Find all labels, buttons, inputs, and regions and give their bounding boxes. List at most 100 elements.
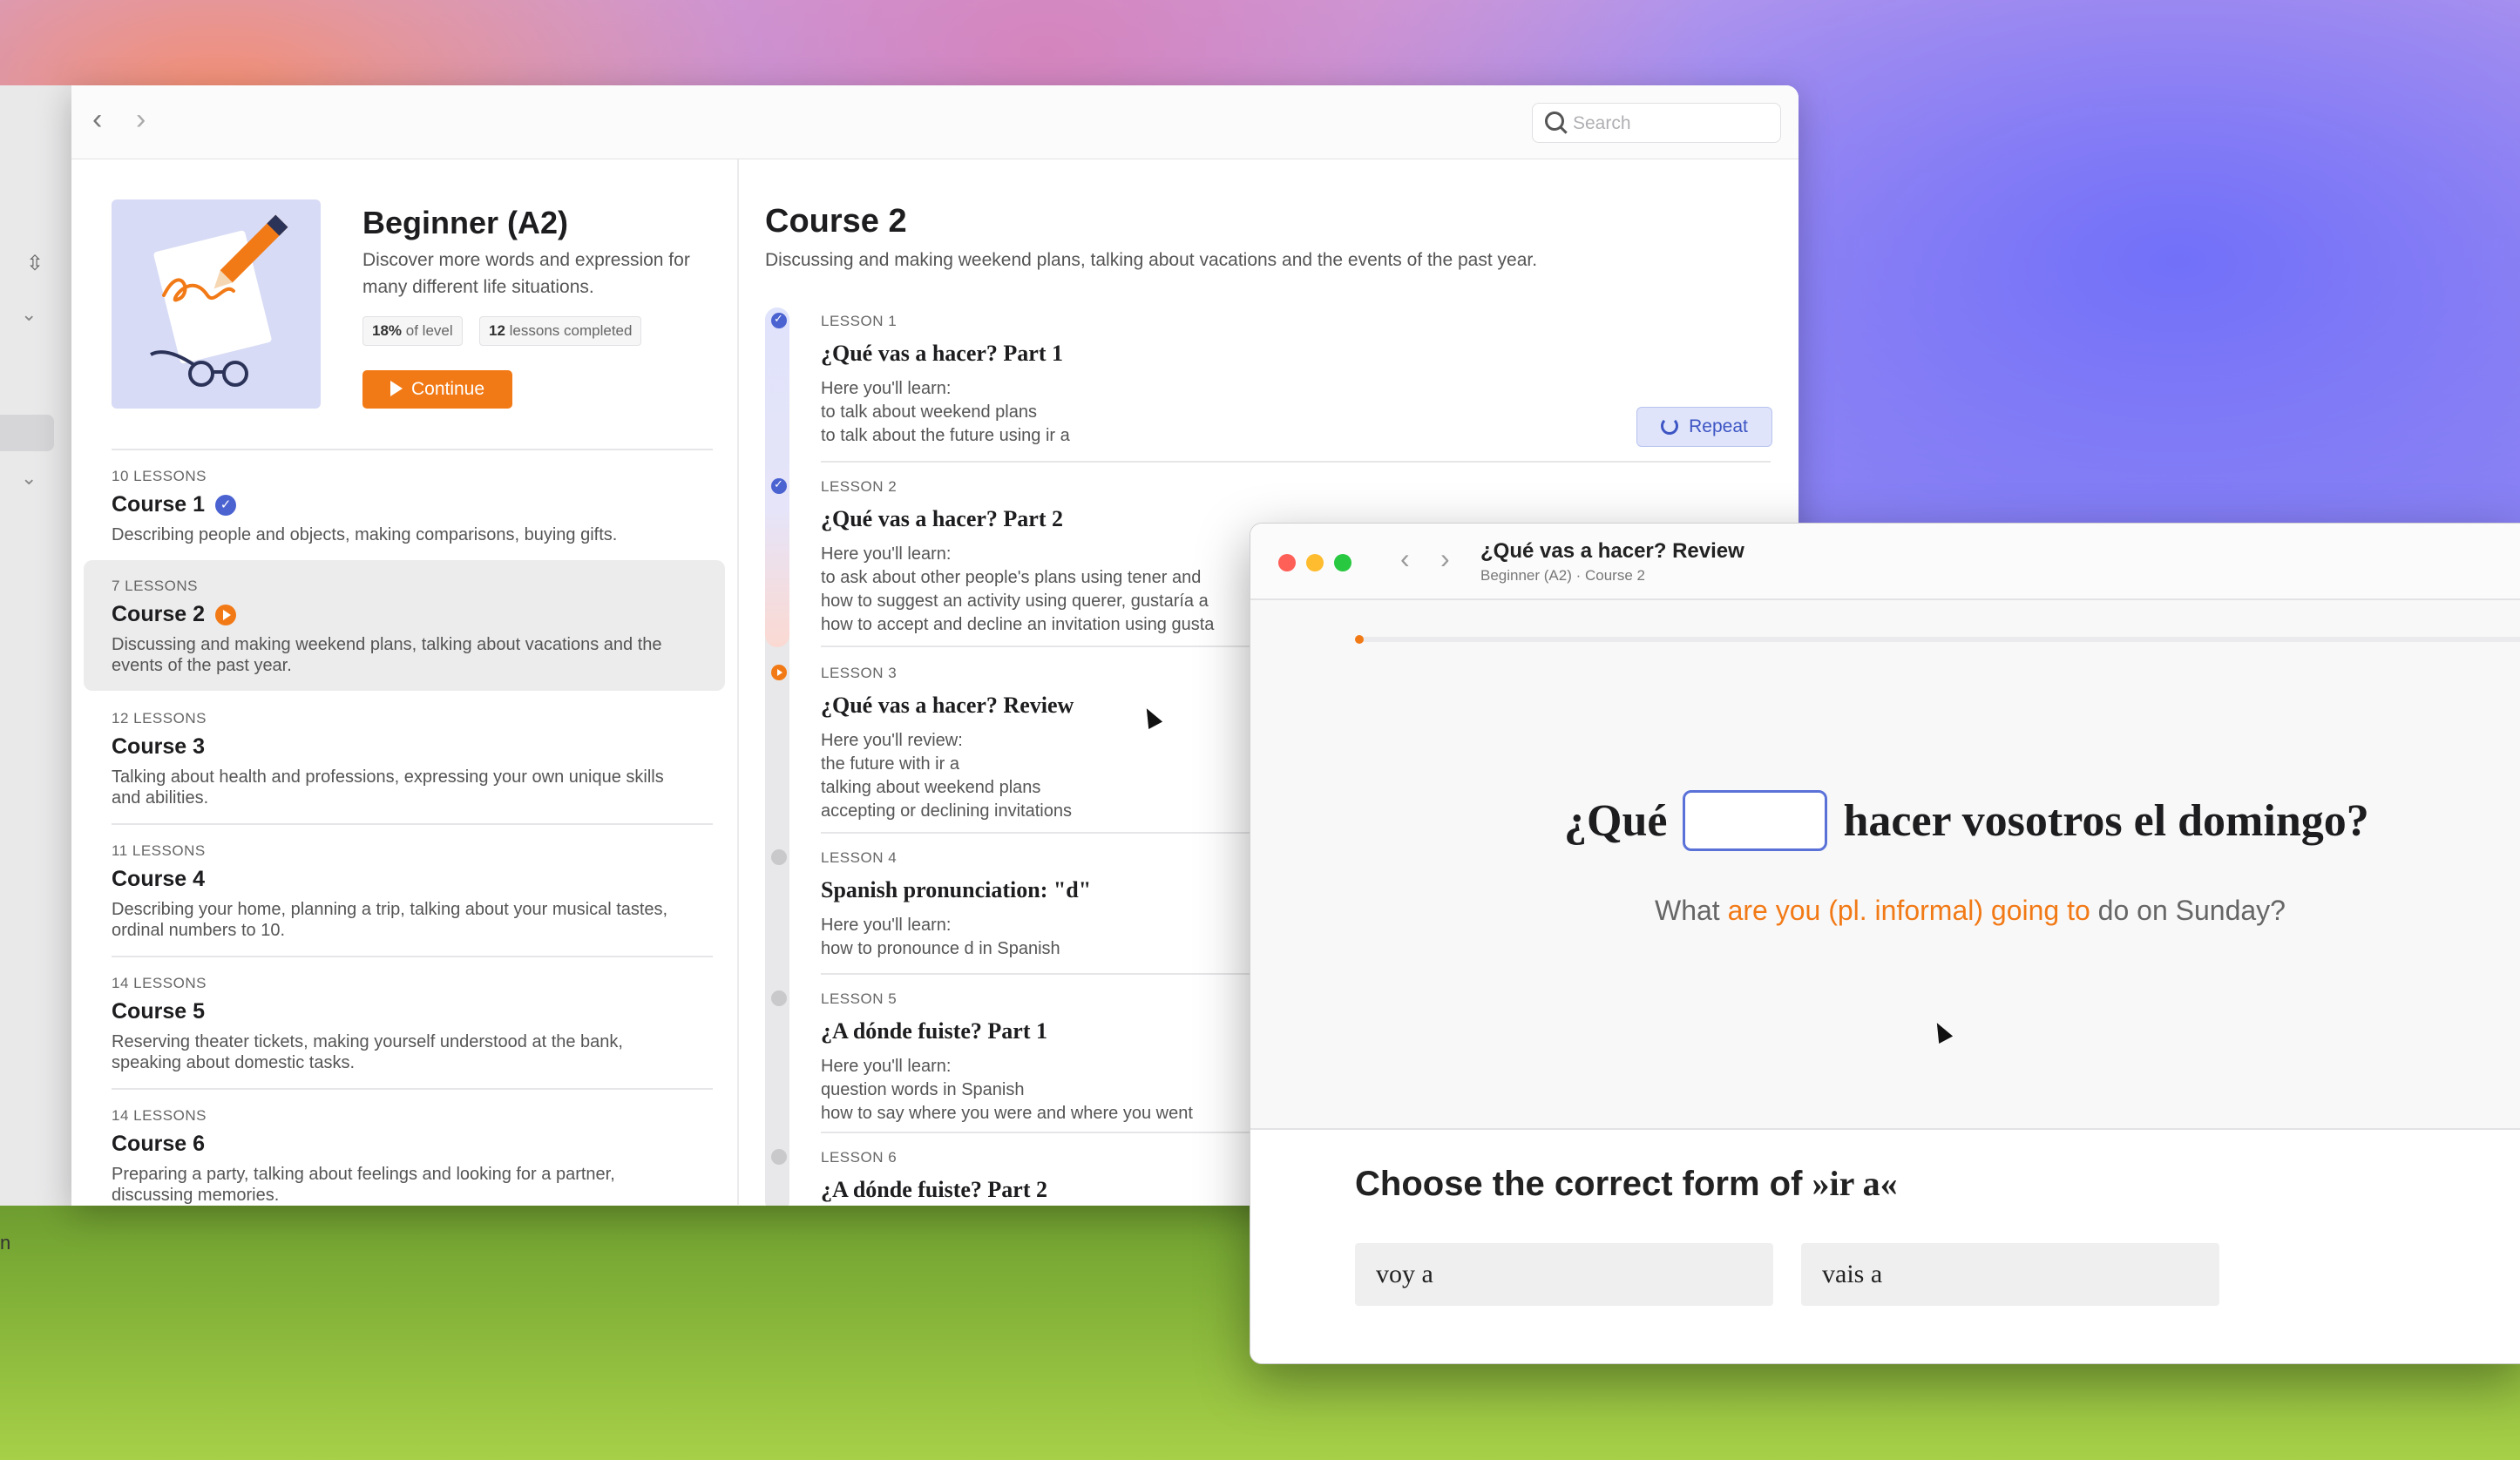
minimize-window-button[interactable] [1306, 554, 1324, 571]
lesson-progress-track [765, 308, 789, 1206]
review-subtitle: Beginner (A2) · Course 2 [1480, 567, 1645, 584]
course-lesson-count: 12 LESSONS [112, 710, 207, 727]
answer-option-voy-a[interactable]: voy a [1355, 1243, 1773, 1306]
course-lesson-count: 14 LESSONS [112, 1107, 207, 1124]
course-name: Course 1 ✓ [112, 492, 697, 517]
course-name: Course 5 [112, 999, 697, 1024]
lesson-summary: Here you'll learn: to talk about weekend… [821, 377, 1771, 448]
exercise-progress-bar [1355, 635, 2520, 644]
course-item-1[interactable]: 10 LESSONS Course 1 ✓ Describing people a… [84, 450, 725, 555]
play-icon [390, 381, 403, 396]
lessons-chip: 12 lessons completed [479, 316, 642, 346]
answer-panel: Choose the correct form of »ir a« voy a … [1250, 1128, 2520, 1363]
course-description: Describing your home, planning a trip, t… [112, 900, 668, 940]
close-window-button[interactable] [1278, 554, 1296, 571]
progress-chip-label: of level [405, 322, 453, 339]
lessons-chip-label: lessons completed [509, 322, 633, 339]
course-description: Talking about health and professions, ex… [112, 767, 664, 808]
sidebar-text-fragment: n [0, 1232, 11, 1254]
translation: What are you (pl. informal) going to do … [1655, 895, 2286, 927]
divider [821, 461, 1771, 463]
lesson-summary-line: Here you'll learn: [821, 379, 952, 398]
search-field[interactable]: Search [1532, 103, 1781, 143]
level-description: Discover more words and expression for m… [362, 250, 690, 297]
course-detail-description: Discussing and making weekend plans, tal… [765, 250, 1538, 270]
lesson-number: LESSON 1 [821, 313, 898, 329]
repeat-label: Repeat [1689, 416, 1748, 436]
lesson-locked-icon [771, 849, 787, 865]
progress-chip-value: 18% [372, 322, 403, 339]
progress-chip: 18% of level [362, 316, 463, 346]
instruction: Choose the correct form of »ir a« [1355, 1163, 1898, 1204]
lesson-completed-icon [771, 477, 787, 494]
back-icon[interactable]: ‹ [1400, 544, 1410, 572]
instruction-text: Choose the correct form of [1355, 1165, 1812, 1203]
search-icon [1545, 112, 1564, 131]
course-item-6[interactable]: 14 LESSONS Course 6 Preparing a party, t… [84, 1090, 725, 1206]
sidebar-selected-item[interactable] [0, 415, 54, 451]
stepper-icon[interactable]: ⇳ [26, 251, 44, 276]
back-icon[interactable]: ‹ [92, 105, 102, 134]
course-item-2[interactable]: 7 LESSONS Course 2 Discussing and making… [84, 560, 725, 691]
level-title: Beginner (A2) [362, 205, 569, 240]
mouse-cursor [1929, 1019, 1954, 1044]
continue-label: Continue [410, 379, 485, 399]
forward-icon[interactable]: › [136, 105, 146, 134]
lesson-locked-icon [771, 1149, 787, 1165]
lesson-item-1[interactable]: LESSON 1 ¿Qué vas a hacer? Part 1 Here y… [821, 313, 1771, 448]
course-lesson-count: 11 LESSONS [112, 842, 206, 859]
continue-button[interactable]: Continue [362, 370, 512, 409]
course-name-text: Course 1 [112, 492, 205, 517]
exercise-progress-fill [1355, 635, 1364, 644]
answer-option-vais-a[interactable]: vais a [1801, 1243, 2219, 1306]
course-name-text: Course 4 [112, 867, 205, 891]
course-item-4[interactable]: 11 LESSONS Course 4 Describing your home… [84, 825, 725, 956]
zoom-window-button[interactable] [1334, 554, 1351, 571]
course-description: Describing people and objects, making co… [112, 525, 618, 544]
course-name: Course 2 [112, 602, 697, 627]
lesson-summary-line: to talk about weekend plans [821, 402, 1037, 422]
course-lesson-count: 7 LESSONS [112, 578, 198, 594]
chevron-down-icon[interactable]: ⌄ [21, 467, 37, 490]
course-name: Course 6 [112, 1132, 697, 1157]
course-name: Course 3 [112, 734, 697, 760]
course-name-text: Course 5 [112, 999, 205, 1024]
refresh-icon [1661, 417, 1679, 435]
forward-icon[interactable]: › [1440, 544, 1450, 572]
course-name-text: Course 6 [112, 1132, 205, 1156]
background-window-sidebar: ⇳ ⌄ ⌄ n [0, 85, 72, 1254]
course-description: Preparing a party, talking about feeling… [112, 1165, 615, 1205]
translation-after: do on Sunday? [2090, 895, 2286, 926]
course-item-3[interactable]: 12 LESSONS Course 3 Talking about health… [84, 693, 725, 823]
course-name-text: Course 2 [112, 602, 205, 626]
question-text-after: hacer vosotros el domingo? [1843, 795, 2369, 846]
level-pane: Beginner (A2) Discover more words and ex… [71, 159, 739, 1205]
course-name-text: Course 3 [112, 734, 205, 759]
course-lesson-count: 14 LESSONS [112, 975, 207, 991]
answer-blank[interactable] [1683, 790, 1828, 851]
course-detail-title: Course 2 [765, 203, 907, 240]
review-title: ¿Qué vas a hacer? Review [1480, 539, 1744, 563]
course-lesson-count: 10 LESSONS [112, 468, 207, 484]
review-titlebar: ‹ › ¿Qué vas a hacer? Review Beginner (A… [1250, 524, 2520, 600]
review-exercise-window: ‹ › ¿Qué vas a hacer? Review Beginner (A… [1250, 523, 2520, 1364]
chevron-down-icon[interactable]: ⌄ [21, 303, 37, 326]
search-placeholder: Search [1573, 113, 1631, 133]
lessons-chip-value: 12 [489, 322, 505, 339]
course-name: Course 4 [112, 867, 697, 892]
lesson-locked-icon [771, 990, 787, 1006]
toolbar: ‹ › Search [71, 85, 1799, 159]
level-illustration [112, 199, 321, 409]
translation-highlight: are you (pl. informal) going to [1727, 895, 2090, 926]
lesson-title: ¿Qué vas a hacer? Part 1 [821, 341, 1064, 366]
repeat-button[interactable]: Repeat [1636, 407, 1772, 447]
lesson-completed-icon [771, 312, 787, 328]
question-sentence: ¿Qué hacer vosotros el domingo? [1564, 790, 2369, 851]
lesson-number: LESSON 2 [821, 478, 898, 495]
question-text-before: ¿Qué [1564, 795, 1668, 846]
course-item-5[interactable]: 14 LESSONS Course 5 Reserving theater ti… [84, 957, 725, 1088]
lesson-current-icon [771, 665, 787, 680]
course-description: Discussing and making weekend plans, tal… [112, 635, 662, 675]
translation-before: What [1655, 895, 1728, 926]
play-circle-icon [214, 604, 236, 625]
